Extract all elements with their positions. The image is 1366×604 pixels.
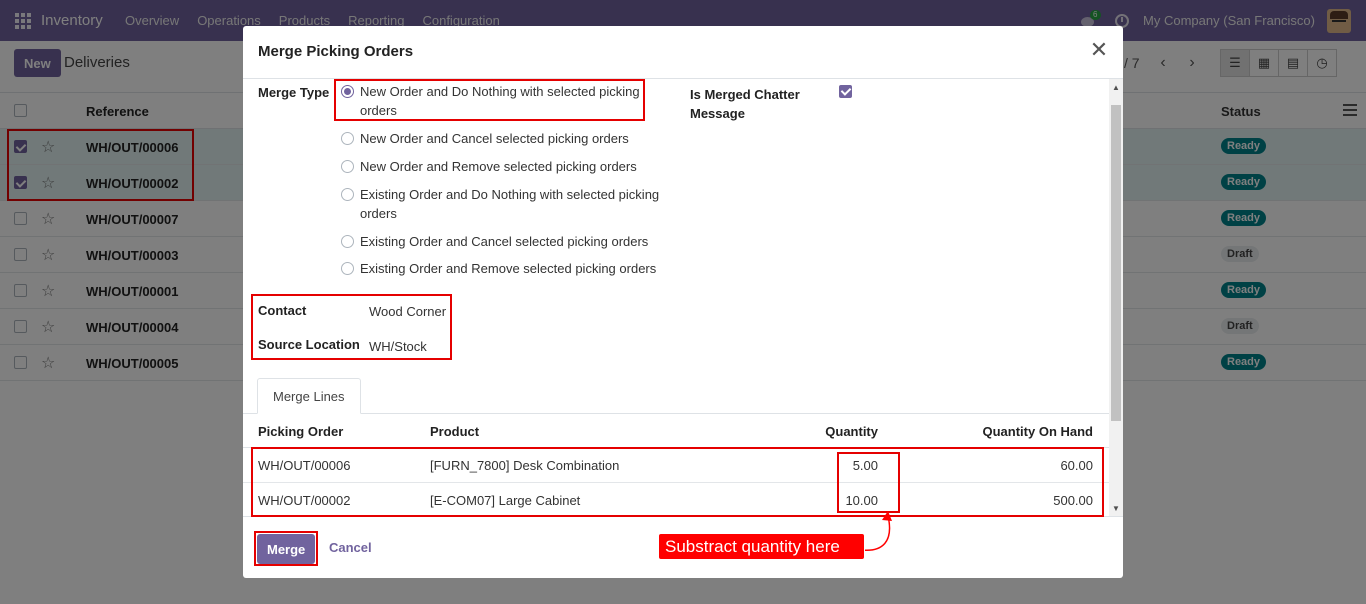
- merge-option-new-remove[interactable]: New Order and Remove selected picking or…: [341, 157, 661, 176]
- column-quantity[interactable]: Quantity: [825, 424, 878, 439]
- merged-chatter-checkbox[interactable]: [839, 85, 852, 98]
- option-label: Existing Order and Do Nothing with selec…: [360, 187, 660, 202]
- contact-source-highlight: [251, 294, 452, 360]
- lines-header: Picking Order Product Quantity Quantity …: [243, 414, 1109, 448]
- option-label-cont: orders: [360, 206, 397, 221]
- tab-bar: Merge Lines: [243, 378, 1109, 414]
- merged-chatter-label: Is Merged Chatter Message: [690, 87, 800, 121]
- merge-button-highlight: [254, 531, 318, 566]
- column-product[interactable]: Product: [430, 424, 479, 439]
- option-label: New Order and Cancel selected picking or…: [360, 131, 629, 146]
- merge-option-existing-cancel[interactable]: Existing Order and Cancel selected picki…: [341, 232, 661, 251]
- dialog-scrollbar[interactable]: ▲ ▼: [1109, 79, 1123, 516]
- radio-button[interactable]: [341, 188, 354, 201]
- merge-option-existing-remove[interactable]: Existing Order and Remove selected picki…: [341, 259, 661, 278]
- callout-arrow-icon: [861, 511, 892, 551]
- tab-merge-lines[interactable]: Merge Lines: [257, 378, 361, 414]
- scroll-up-icon[interactable]: ▲: [1112, 83, 1120, 92]
- cancel-button[interactable]: Cancel: [329, 540, 372, 555]
- quantity-highlight: [837, 452, 900, 513]
- merge-option-new-cancel[interactable]: New Order and Cancel selected picking or…: [341, 129, 661, 148]
- scroll-down-icon[interactable]: ▼: [1112, 504, 1120, 513]
- dialog-title: Merge Picking Orders: [258, 43, 414, 60]
- radio-button[interactable]: [341, 160, 354, 173]
- merge-lines-highlight: [251, 447, 1104, 517]
- option-label: New Order and Remove selected picking or…: [360, 159, 637, 174]
- radio-button[interactable]: [341, 235, 354, 248]
- radio-button[interactable]: [341, 132, 354, 145]
- column-quantity-on-hand[interactable]: Quantity On Hand: [983, 424, 1094, 439]
- option-label: Existing Order and Remove selected picki…: [360, 261, 657, 276]
- column-picking-order[interactable]: Picking Order: [258, 424, 343, 439]
- merge-type-label: Merge Type: [258, 85, 330, 100]
- radio-button[interactable]: [341, 262, 354, 275]
- merge-type-highlight: [334, 79, 645, 121]
- close-icon[interactable]: ✕: [1087, 38, 1111, 62]
- dialog-header: Merge Picking Orders ✕: [243, 26, 1123, 79]
- scrollbar-thumb[interactable]: [1111, 105, 1121, 421]
- annotation-callout: Substract quantity here: [658, 533, 865, 560]
- merge-option-existing-nothing[interactable]: Existing Order and Do Nothing with selec…: [341, 185, 661, 223]
- option-label: Existing Order and Cancel selected picki…: [360, 234, 649, 249]
